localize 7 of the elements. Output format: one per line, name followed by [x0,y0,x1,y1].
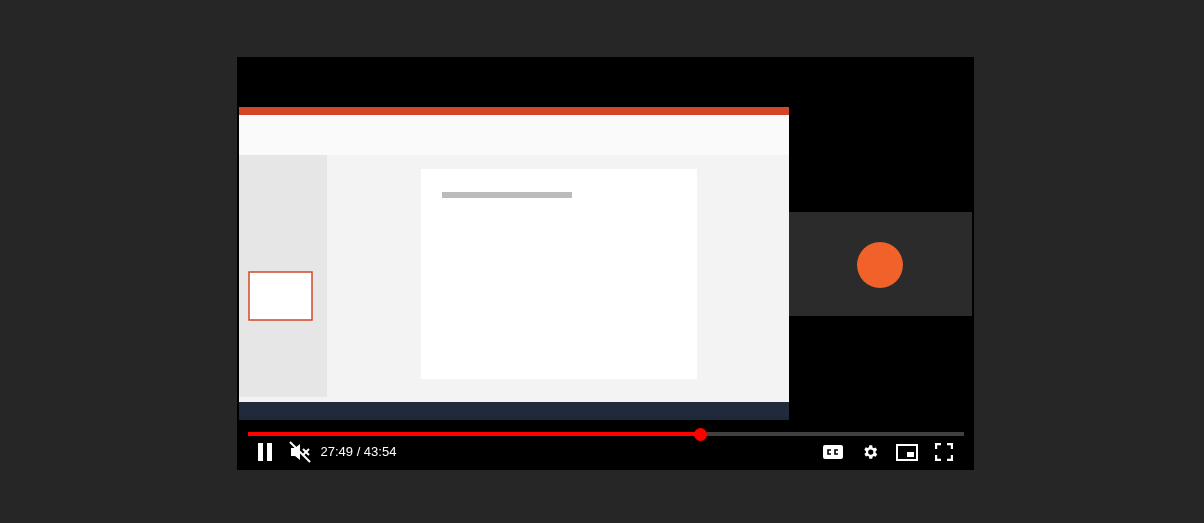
time-display: 27:49 / 43:54 [320,443,397,462]
mute-button[interactable] [288,441,311,463]
miniplayer-icon[interactable] [895,443,918,461]
captions-icon[interactable] [822,445,843,459]
fullscreen-icon[interactable] [934,443,953,461]
pause-button[interactable] [256,443,273,461]
progress-track[interactable] [247,432,964,436]
